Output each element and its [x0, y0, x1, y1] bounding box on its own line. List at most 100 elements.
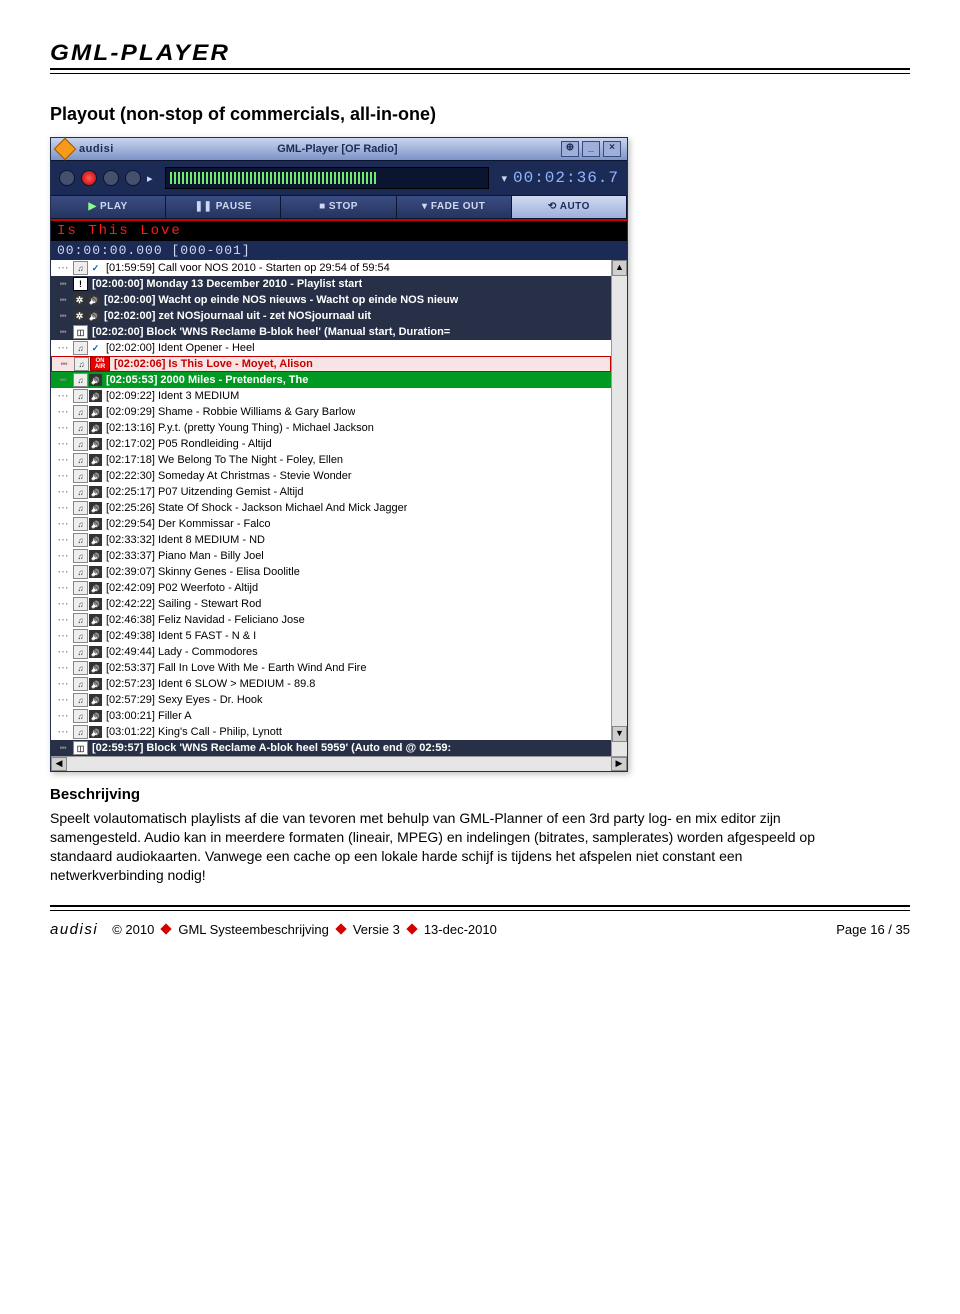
spk-icon	[89, 726, 102, 738]
w-icon	[73, 741, 88, 755]
playlist-row[interactable]: ⋯[02:25:17] P07 Uitzending Gemist - Alti…	[51, 484, 611, 500]
vertical-scrollbar[interactable]: ▲ ▼	[611, 260, 627, 756]
chevron-down-icon[interactable]: ▾	[501, 172, 507, 185]
fadeout-button[interactable]: ▾ FADE OUT	[397, 196, 512, 218]
playlist-row[interactable]: ⋯[02:02:00] zet NOSjournaal uit - zet NO…	[51, 308, 611, 324]
chevron-right-icon[interactable]: ▸	[147, 172, 153, 185]
note-icon	[73, 597, 88, 611]
playlist-row[interactable]: ⋯[02:53:37] Fall In Love With Me - Earth…	[51, 660, 611, 676]
section-title: Playout (non-stop of commercials, all-in…	[50, 104, 910, 125]
playlist-row-text: [02:00:00] Wacht op einde NOS nieuws - W…	[101, 294, 458, 306]
playlist-row[interactable]: ⋯[02:42:22] Sailing - Stewart Rod	[51, 596, 611, 612]
playlist-row[interactable]: ⋯ [02:02:00] Block 'WNS Reclame B-blok he…	[51, 324, 611, 340]
playlist-row[interactable]: ⋯[03:00:21] Filler A	[51, 708, 611, 724]
playlist-row[interactable]: ⋯[02:05:53] 2000 Miles - Pretenders, The	[51, 372, 611, 388]
tree-connector-icon: ⋯	[53, 613, 73, 627]
playlist-row[interactable]: ⋯[02:09:22] Ident 3 MEDIUM	[51, 388, 611, 404]
playlist-row[interactable]: ⋯[02:17:02] P05 Rondleiding - Altijd	[51, 436, 611, 452]
playlist-row[interactable]: ⋯[02:02:00] Ident Opener - Heel	[51, 340, 611, 356]
playlist-row[interactable]: ⋯ [02:00:00] Wacht op einde NOS nieuws - …	[51, 292, 611, 308]
playlist-row[interactable]: ⋯[02:13:16] P.y.t. (pretty Young Thing) …	[51, 420, 611, 436]
note-icon	[73, 389, 88, 403]
note-icon	[73, 421, 88, 435]
tree-connector-icon: ⋯	[53, 709, 73, 723]
playlist-row-text: [02:02:00] zet NOSjournaal uit - zet NOS…	[101, 310, 371, 322]
playlist-row[interactable]: ⋯ [03:01:22] King's Call - Philip, Lynott	[51, 724, 611, 740]
tree-connector-icon: ⋯	[53, 293, 73, 307]
tree-connector-icon: ⋯	[53, 421, 73, 435]
note-icon	[73, 709, 88, 723]
playlist-row[interactable]: ⋯[02:39:07] Skinny Genes - Elisa Doolitl…	[51, 564, 611, 580]
now-playing-title: Is This Love	[51, 221, 627, 241]
playlist-row[interactable]: ⋯[02:57:23] Ident 6 SLOW > MEDIUM - 89.8	[51, 676, 611, 692]
playlist-row[interactable]: ⋯[02:57:29] Sexy Eyes - Dr. Hook	[51, 692, 611, 708]
footer-brand: audisi	[50, 921, 98, 938]
pin-button[interactable]: ⊕	[561, 141, 579, 157]
playlist-row[interactable]: ⋯[02:17:18] We Belong To The Night - Fol…	[51, 452, 611, 468]
playlist-row-text: [02:02:00] Block 'WNS Reclame B-blok hee…	[89, 326, 450, 338]
footer-version: Versie 3	[353, 922, 400, 937]
diamond-icon	[161, 923, 172, 934]
close-button[interactable]: ×	[603, 141, 621, 157]
playlist-row-text: [03:01:22] King's Call - Philip, Lynott	[103, 726, 282, 738]
playlist[interactable]: ⋯[01:59:59] Call voor NOS 2010 - Starten…	[51, 260, 611, 756]
playlist-row[interactable]: ⋯[02:33:37] Piano Man - Billy Joel	[51, 548, 611, 564]
scroll-right-button[interactable]: ▶	[611, 757, 627, 771]
tree-connector-icon: ⋯	[53, 725, 73, 739]
tree-connector-icon: ⋯	[53, 469, 73, 483]
scroll-down-button[interactable]: ▼	[612, 726, 627, 742]
playlist-row[interactable]: ⋯[02:46:38] Feliz Navidad - Feliciano Jo…	[51, 612, 611, 628]
spk-icon	[89, 566, 102, 578]
playlist-row-text: [02:09:29] Shame - Robbie Williams & Gar…	[103, 406, 355, 418]
diamond-icon	[335, 923, 346, 934]
tree-connector-icon: ⋯	[53, 325, 73, 339]
horizontal-scrollbar[interactable]: ◀ ▶	[51, 756, 627, 771]
chk-icon	[89, 262, 102, 274]
spk-icon	[89, 518, 102, 530]
playlist-row-text: [02:02:06] Is This Love - Moyet, Alison	[111, 358, 313, 370]
spk-icon	[89, 582, 102, 594]
pause-button[interactable]: ❚❚ PAUSE	[166, 196, 281, 218]
playlist-row[interactable]: ⋯ [02:25:26] State Of Shock - Jackson Mic…	[51, 500, 611, 516]
playlist-row-text: [02:49:38] Ident 5 FAST - N & I	[103, 630, 256, 642]
window-title: GML-Player [OF Radio]	[114, 143, 561, 155]
auto-button[interactable]: ⟲ AUTO	[512, 196, 627, 218]
tree-connector-icon: ⋯	[53, 645, 73, 659]
chk-icon	[89, 342, 102, 354]
stop-button[interactable]: ■ STOP	[281, 196, 396, 218]
playlist-row[interactable]: ⋯ONAIR[02:02:06] Is This Love - Moyet, A…	[51, 356, 611, 372]
scroll-left-button[interactable]: ◀	[51, 757, 67, 771]
playlist-row-text: [02:25:26] State Of Shock - Jackson Mich…	[103, 502, 407, 514]
tree-connector-icon: ⋯	[53, 693, 73, 707]
note-icon	[73, 725, 88, 739]
playlist-row[interactable]: ⋯[02:00:00] Monday 13 December 2010 - Pl…	[51, 276, 611, 292]
titlebar[interactable]: audisi GML-Player [OF Radio] ⊕ _ ×	[51, 138, 627, 160]
gear-icon	[73, 310, 86, 322]
playlist-row[interactable]: ⋯[01:59:59] Call voor NOS 2010 - Starten…	[51, 260, 611, 276]
playlist-row-text: [02:17:18] We Belong To The Night - Fole…	[103, 454, 343, 466]
playlist-row-text: [02:22:30] Someday At Christmas - Stevie…	[103, 470, 352, 482]
app-brand: audisi	[79, 143, 114, 155]
playlist-row[interactable]: ⋯[02:42:09] P02 Weerfoto - Altijd	[51, 580, 611, 596]
playlist-row[interactable]: ⋯[02:33:32] Ident 8 MEDIUM - ND	[51, 532, 611, 548]
page-logo: GML-PLAYER	[50, 40, 960, 66]
playlist-row[interactable]: ⋯ [02:22:30] Someday At Christmas - Stevi…	[51, 468, 611, 484]
note-icon	[73, 501, 88, 515]
playlist-row[interactable]: ⋯[02:59:57] Block 'WNS Reclame A-blok he…	[51, 740, 611, 756]
playlist-row-text: [02:29:54] Der Kommissar - Falco	[103, 518, 270, 530]
note-icon	[73, 469, 88, 483]
scroll-up-button[interactable]: ▲	[612, 260, 627, 276]
note-icon	[73, 677, 88, 691]
tree-connector-icon: ⋯	[53, 677, 73, 691]
tree-connector-icon: ⋯	[53, 501, 73, 515]
playlist-row[interactable]: ⋯[02:29:54] Der Kommissar - Falco	[51, 516, 611, 532]
spk-icon	[87, 294, 100, 306]
playlist-row[interactable]: ⋯[02:49:44] Lady - Commodores	[51, 644, 611, 660]
status-strip: ▸ ▾ 00:02:36.7	[51, 160, 627, 196]
playlist-row[interactable]: ⋯[02:49:38] Ident 5 FAST - N & I	[51, 628, 611, 644]
play-button[interactable]: ▶ PLAY	[51, 196, 166, 218]
playlist-row-text: [02:17:02] P05 Rondleiding - Altijd	[103, 438, 272, 450]
playlist-row[interactable]: ⋯[02:09:29] Shame - Robbie Williams & Ga…	[51, 404, 611, 420]
tree-connector-icon: ⋯	[53, 661, 73, 675]
minimize-button[interactable]: _	[582, 141, 600, 157]
